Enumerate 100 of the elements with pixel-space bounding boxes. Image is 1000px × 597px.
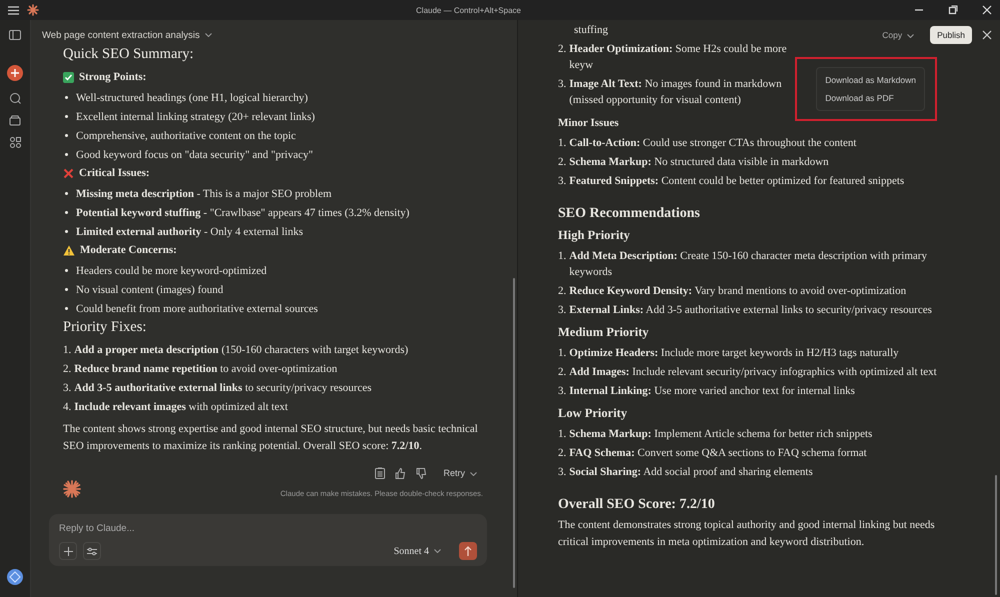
fixes-heading: Priority Fixes: (63, 319, 148, 336)
list-number: 3. (558, 384, 566, 398)
settings-button[interactable] (83, 542, 101, 560)
list-number: 3. (558, 464, 566, 480)
menu-icon[interactable] (8, 6, 19, 14)
list-number: 2. (558, 284, 566, 298)
subsection-heading: Minor Issues (558, 117, 620, 129)
copy-button[interactable]: Copy (876, 29, 920, 41)
list-number: 3. (558, 76, 566, 92)
list-number: 2. (558, 446, 566, 460)
bullet-text: Good keyword focus on "data security" and "privacy" (76, 148, 313, 160)
bullet-text: Missing meta description - This is a major SEO problem (76, 188, 332, 200)
bullet-icon (65, 134, 68, 137)
list-item-text: Image Alt Text: No images found in markdown (missed opportunity for visual content) (569, 76, 783, 108)
subsection-heading: Medium Priority (558, 325, 650, 340)
list-item-text: Add 3-5 authoritative external links to security/privacy resources (74, 381, 372, 396)
list-number: 1. (63, 343, 72, 358)
list-item-text: Internal Linking: Use more varied anchor text for internal links (569, 384, 855, 398)
check-box-icon (63, 72, 74, 82)
scrollbar-thumb[interactable] (995, 475, 997, 595)
new-chat-icon[interactable] (7, 65, 23, 81)
list-item-text: Featured Snippets: Content could be better optimized for featured snippets (569, 174, 904, 188)
reply-input-field[interactable]: Reply to Claude... (59, 521, 477, 536)
sliders-icon (87, 546, 97, 556)
list-number: 1. (558, 426, 566, 442)
publish-button[interactable]: Publish (930, 26, 972, 44)
list-item-text: Add a proper meta description (150-160 characters with target keywords) (74, 343, 408, 358)
list-number: 2. (558, 154, 566, 170)
add-button[interactable] (59, 542, 77, 560)
caret-icon (434, 549, 441, 554)
bullet-icon (65, 115, 68, 118)
list-item-text: Header Optimization: Some H2s could be more keyw (569, 42, 788, 72)
list-number: 3. (63, 381, 72, 396)
caret-icon (470, 472, 477, 476)
thumbs-up-icon[interactable] (395, 468, 406, 478)
summary-heading: Quick SEO Summary: (63, 46, 194, 63)
close-icon[interactable] (982, 30, 992, 40)
bullet-text: Well-structured headings (one H1, logical hierarchy) (76, 92, 308, 104)
list-number: 3. (558, 174, 566, 188)
menu-item[interactable]: Download as PDF (817, 89, 924, 107)
retry-button[interactable]: Retry (437, 468, 483, 478)
box-icon[interactable] (9, 115, 21, 126)
conversation-title[interactable]: Web page content extraction analysis (42, 30, 200, 41)
arrow-up-icon (464, 546, 472, 556)
starburst-logo-icon (27, 4, 39, 16)
section-title: Moderate Concerns: (80, 244, 177, 256)
section-heading: Overall SEO Score: 7.2/10 (558, 497, 716, 513)
bullet-icon (65, 192, 68, 195)
bullet-text: No visual content (images) found (76, 284, 224, 296)
section-title: Critical Issues: (79, 167, 150, 179)
scrollbar-thumb[interactable] (513, 278, 515, 588)
caret-icon (907, 34, 914, 38)
bullet-text: Headers could be more keyword-optimized (76, 264, 267, 276)
list-item-text: Social Sharing: Add social proof and sharing elements (569, 464, 813, 480)
section-heading: SEO Recommendations (558, 206, 701, 222)
list-item-text: Schema Markup: No structured data visible in markdown (569, 154, 829, 170)
restore-icon[interactable] (948, 5, 958, 15)
reply-composer[interactable]: Reply to Claude... Sonnet 4 (49, 514, 487, 566)
plus-icon (64, 546, 72, 556)
bullet-icon (65, 307, 68, 310)
list-item-text: Reduce brand name repetition to avoid over-optimization (74, 362, 338, 377)
sidebar-toggle-icon[interactable] (9, 30, 21, 40)
bullet-icon (65, 211, 68, 214)
bullet-text: Potential keyword stuffing - "Crawlbase" appears 47 times (3.2% density) (76, 206, 410, 218)
cross-icon (63, 168, 74, 178)
bullet-icon (65, 288, 68, 291)
thumbs-down-icon[interactable] (416, 468, 428, 478)
starburst-logo-icon (63, 480, 81, 498)
send-button[interactable] (459, 542, 477, 560)
list-number: 1. (558, 248, 566, 264)
bullet-icon (65, 153, 68, 156)
list-item-text: stuffing (574, 24, 608, 36)
subsection-heading: High Priority (558, 228, 631, 243)
avatar-icon[interactable] (7, 569, 23, 585)
list-item-text: Call-to-Action: Could use stronger CTAs throughout the content (569, 136, 856, 150)
list-number: 4. (63, 400, 72, 415)
list-number: 3. (558, 302, 566, 318)
bullet-icon (65, 96, 68, 99)
bullet-icon (65, 269, 68, 272)
list-item-text: Optimize Headers: Include more target keywords in H2/H3 tags naturally (569, 346, 899, 360)
bullet-text: Excellent internal linking strategy (20+ relevant links) (76, 110, 315, 122)
list-number: 1. (558, 346, 566, 360)
close-icon[interactable] (982, 5, 992, 15)
list-item-text: Include relevant images with optimized alt text (74, 400, 288, 415)
list-item-text: Reduce Keyword Density: Vary brand mentions to avoid over-optimization (569, 284, 906, 298)
clipboard-icon[interactable] (375, 467, 386, 479)
grid-icon[interactable] (10, 137, 20, 148)
list-item-text: Schema Markup: Implement Article schema for better rich snippets (569, 426, 872, 442)
caret-icon (204, 33, 212, 38)
bullet-icon (65, 230, 68, 233)
list-number: 2. (63, 362, 72, 377)
summary-paragraph: The content shows strong expertise and good internal SEO structure, but needs basic technical SEO improvements to maximize its ranking potential. Overall SEO score: 7.2/10. (63, 422, 479, 454)
subsection-heading: Low Priority (558, 406, 628, 421)
menu-item[interactable]: Download as Markdown (817, 71, 924, 89)
bullet-text: Limited external authority - Only 4 external links (76, 226, 303, 238)
bullet-text: Comprehensive, authoritative content on the topic (76, 130, 296, 142)
list-item-text: Add Images: Include relevant security/privacy infographics with optimized alt text (569, 364, 937, 380)
model-selector[interactable]: Sonnet 4 (388, 544, 447, 558)
list-number: 1. (558, 136, 566, 150)
list-number: 2. (558, 42, 566, 56)
